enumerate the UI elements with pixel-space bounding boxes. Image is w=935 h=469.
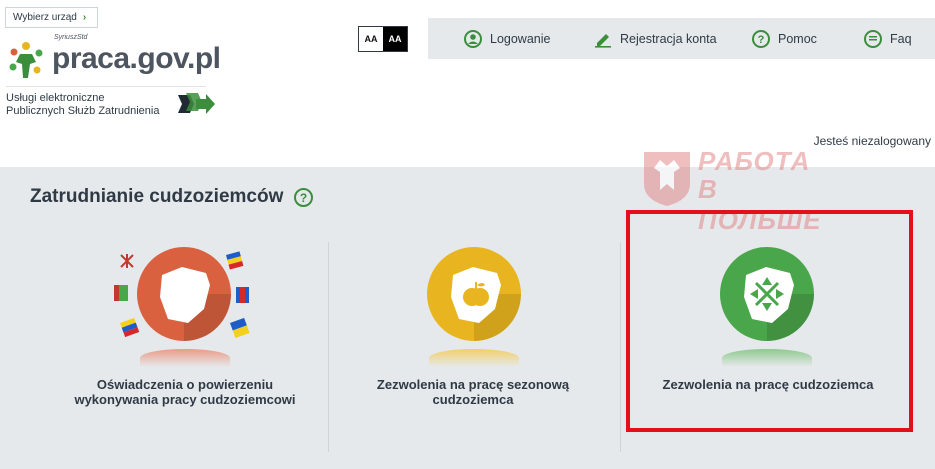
praca-gov-logo[interactable]: SyriuszStd praca.gov.pl (6, 34, 226, 84)
nav-register-label: Rejestracja konta (620, 31, 717, 46)
nav-help[interactable]: ? Pomoc (752, 18, 817, 59)
card-label-line: Zezwolenia na pracę sezonową (376, 377, 570, 392)
nav-faq-label: Faq (890, 31, 912, 46)
help-circle-icon: ? (752, 29, 770, 48)
apple-icon (427, 247, 521, 341)
font-size-toggle: AA AA (358, 26, 408, 52)
highlight-frame (626, 210, 913, 432)
card-seasonal-label: Zezwolenia na pracę sezonową cudzoziemca (348, 377, 598, 407)
card-label-line: wykonywania pracy cudzoziemcowi (74, 392, 296, 407)
services-line-2: Publicznych Służb Zatrudnienia (6, 105, 160, 117)
page-header: Wybierz urząd › SyriuszStd praca.gov.pl … (0, 0, 935, 167)
nav-faq[interactable]: Faq (864, 18, 912, 59)
chevron-right-icon: › (82, 12, 87, 23)
card-declarations-label: Oświadczenia o powierzeniu wykonywania p… (60, 377, 310, 407)
nav-login[interactable]: Logowanie (464, 18, 550, 59)
nav-help-label: Pomoc (778, 31, 817, 46)
top-navigation: Logowanie Rejestracja konta ? Pomoc Faq (428, 18, 935, 59)
card-reflection (429, 349, 519, 367)
choose-office-button[interactable]: Wybierz urząd › (5, 7, 98, 28)
high-contrast-button[interactable]: AA (383, 27, 407, 51)
people-logo-icon (9, 42, 43, 78)
logo-text: praca.gov.pl (52, 42, 221, 75)
user-icon (464, 29, 482, 48)
eagle-shield-icon (644, 152, 690, 206)
font-normal-button[interactable]: AA (359, 27, 383, 51)
login-status: Jesteś niezalogowany (813, 134, 931, 148)
chat-icon (864, 29, 882, 48)
services-arrows-icon (178, 93, 215, 114)
services-line-1: Usługi elektroniczne (6, 92, 105, 104)
page-title: Zatrudnianie cudzoziemców (30, 186, 284, 207)
card-label-line: cudzoziemca (432, 392, 514, 407)
services-caption: Usługi elektroniczne Publicznych Służb Z… (6, 92, 159, 118)
declarations-flags-icon (114, 247, 250, 341)
card-divider (620, 242, 621, 452)
card-reflection (140, 349, 230, 367)
watermark-line-1: РАБОТА (698, 146, 811, 176)
card-divider (328, 242, 329, 452)
choose-office-label: Wybierz urząd (13, 12, 77, 23)
watermark: РАБОТА В ПОЛЬШЕ (640, 146, 845, 235)
nav-register[interactable]: Rejestracja konta (594, 18, 717, 59)
logo-divider (6, 86, 206, 87)
card-label-line: Oświadczenia o powierzeniu (96, 377, 274, 392)
nav-login-label: Logowanie (490, 31, 551, 46)
logo-superscript: SyriuszStd (54, 34, 88, 41)
svg-text:?: ? (758, 34, 765, 46)
section-help-icon[interactable]: ? (294, 188, 313, 207)
pencil-icon (595, 33, 611, 48)
